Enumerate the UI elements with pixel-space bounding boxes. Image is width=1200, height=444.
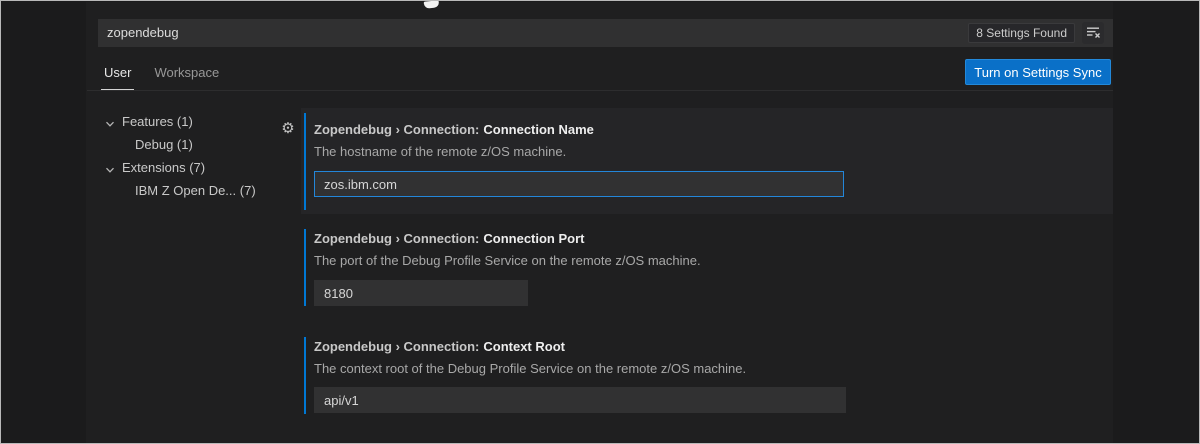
context-root-input[interactable]	[314, 387, 846, 413]
gear-icon: ⚙	[281, 120, 295, 137]
setting-category: Zopendebug › Connection:	[314, 122, 480, 137]
toc-item-debug[interactable]: Debug (1)	[105, 133, 301, 156]
setting-name: Context Root	[483, 339, 565, 354]
settings-scope-tabs: User Workspace	[101, 61, 239, 91]
tab-user[interactable]: User	[101, 61, 135, 91]
setting-description: The context root of the Debug Profile Se…	[314, 361, 747, 376]
setting-description: The port of the Debug Profile Service on…	[314, 253, 701, 268]
setting-name: Connection Port	[483, 231, 585, 246]
settings-editor-window: zopendebug 8 Settings Found User Workspa…	[0, 0, 1200, 444]
toc-item-label: Extensions (7)	[122, 160, 206, 175]
setting-row-connection-name: Zopendebug › Connection: Connection Name …	[301, 108, 1113, 214]
setting-row-connection-port: Zopendebug › Connection: Connection Port …	[301, 222, 1113, 314]
toc-item-extensions[interactable]: Extensions (7)	[105, 156, 301, 179]
tab-workspace[interactable]: Workspace	[151, 61, 222, 91]
connection-port-input[interactable]	[314, 280, 528, 306]
toc-item-features[interactable]: Features (1)	[105, 110, 301, 133]
modified-indicator	[304, 113, 306, 210]
chevron-down-icon	[105, 117, 115, 127]
chevron-down-icon	[105, 163, 115, 173]
toc-item-label: Debug (1)	[135, 137, 193, 152]
setting-category: Zopendebug › Connection:	[314, 231, 480, 246]
toc-item-ibm-z-open-debug[interactable]: IBM Z Open De... (7)	[105, 179, 301, 202]
setting-title: Zopendebug › Connection: Connection Port	[314, 230, 1113, 247]
settings-search-input[interactable]: zopendebug 8 Settings Found	[98, 19, 1113, 47]
setting-name: Connection Name	[483, 122, 594, 137]
setting-category: Zopendebug › Connection:	[314, 339, 480, 354]
setting-title: Zopendebug › Connection: Context Root	[314, 338, 1113, 355]
setting-description: The hostname of the remote z/OS machine.	[314, 144, 567, 159]
modified-indicator	[304, 229, 306, 306]
settings-toc: Features (1) Debug (1) Extensions (7) IB…	[105, 110, 301, 202]
connection-name-input[interactable]	[314, 171, 844, 197]
setting-row-context-root: Zopendebug › Connection: Context Root The…	[301, 330, 1113, 422]
toc-item-label: IBM Z Open De... (7)	[135, 183, 256, 198]
toc-item-label: Features (1)	[122, 114, 193, 129]
setting-more-actions-button[interactable]: ⚙	[279, 120, 297, 138]
modified-indicator	[304, 337, 306, 414]
header-divider	[87, 90, 1113, 91]
results-count-badge: 8 Settings Found	[968, 23, 1075, 43]
clear-filter-icon	[1085, 24, 1101, 43]
setting-title: Zopendebug › Connection: Connection Name	[314, 121, 1113, 138]
search-query-text[interactable]: zopendebug	[98, 19, 968, 47]
clear-filter-button[interactable]	[1082, 22, 1104, 44]
turn-on-settings-sync-button[interactable]: Turn on Settings Sync	[965, 59, 1111, 85]
